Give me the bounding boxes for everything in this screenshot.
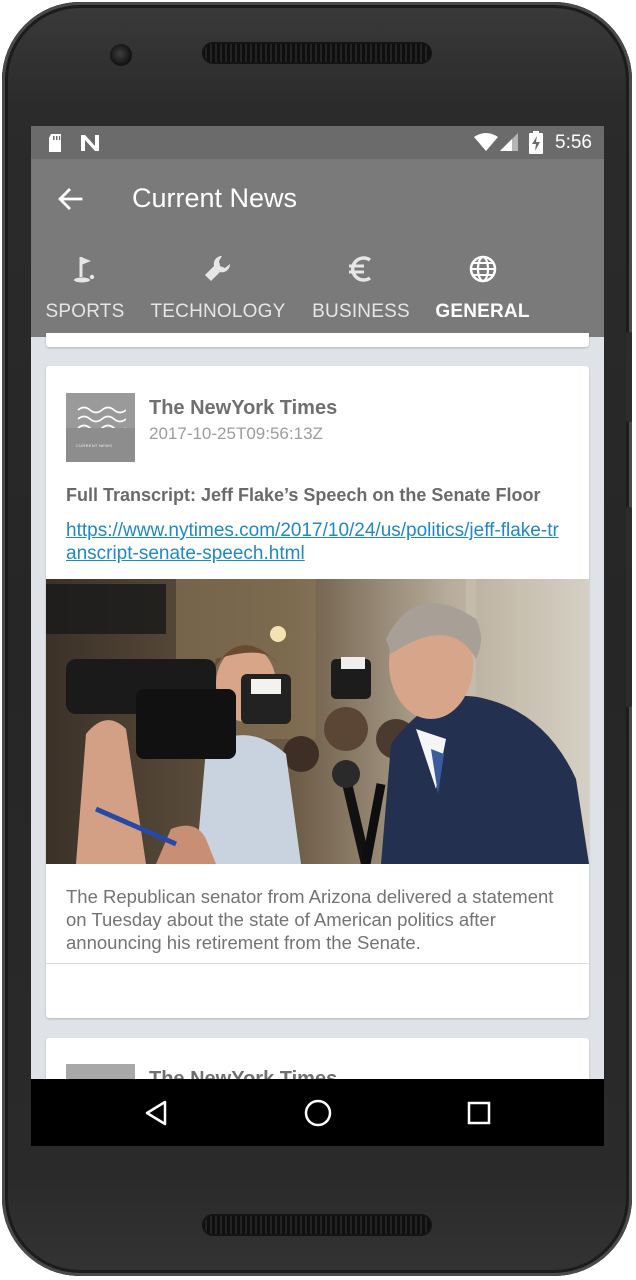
tab-sports[interactable]: SPORTS [41,243,129,337]
app-bar: Current News SPORTS TECHNOLOGY BUSINESS … [31,159,604,337]
source-logo: CURRENT NEWS [66,393,135,462]
globe-icon [469,255,496,283]
tab-business-label: BUSINESS [312,301,410,322]
back-triangle-icon[interactable] [141,1097,173,1129]
euro-icon [349,256,372,282]
article-date: 2017-10-25T09:56:13Z [149,424,323,443]
front-camera [110,44,132,66]
n-notification-icon [81,135,99,151]
article-card[interactable]: CURRENT NEWS The NewYork Times 2017-10-2… [46,366,589,1018]
status-time: 5:56 [555,132,592,153]
battery-charging-icon [529,131,543,154]
bottom-speaker [202,1214,432,1236]
sd-card-icon [49,134,61,152]
screen: 5:56 Current News SPORTS TECHNOLOGY BUSI… [31,126,604,1146]
tab-technology[interactable]: TECHNOLOGY [149,243,287,337]
logo-text: CURRENT NEWS [76,443,113,448]
tab-general[interactable]: GENERAL [423,243,542,337]
golf-icon [74,257,95,283]
article-headline: Full Transcript: Jeff Flake’s Speech on … [66,485,541,505]
top-speaker [202,42,432,64]
cell-signal-icon [500,133,518,151]
recents-square-icon[interactable] [463,1097,495,1129]
article-link[interactable]: https://www.nytimes.com/2017/10/24/us/po… [66,519,566,565]
wifi-icon [474,133,498,151]
article-source: The NewYork Times [149,397,338,419]
tab-business[interactable]: BUSINESS [311,243,411,337]
phone-frame: 5:56 Current News SPORTS TECHNOLOGY BUSI… [2,2,632,1276]
previous-card[interactable] [46,333,589,347]
volume-button [626,332,632,422]
power-button [626,507,632,707]
card-divider [46,963,589,964]
arrow-back-icon[interactable] [57,186,83,212]
tab-technology-label: TECHNOLOGY [150,301,286,322]
navigation-bar [31,1079,604,1146]
status-bar: 5:56 [31,126,604,159]
app-title: Current News [132,183,298,213]
tab-sports-label: SPORTS [45,301,125,322]
article-photo [46,579,589,864]
home-circle-icon[interactable] [302,1097,334,1129]
wrench-icon [205,255,231,281]
tab-general-label: GENERAL [435,301,530,322]
article-description: The Republican senator from Arizona deli… [66,886,554,953]
